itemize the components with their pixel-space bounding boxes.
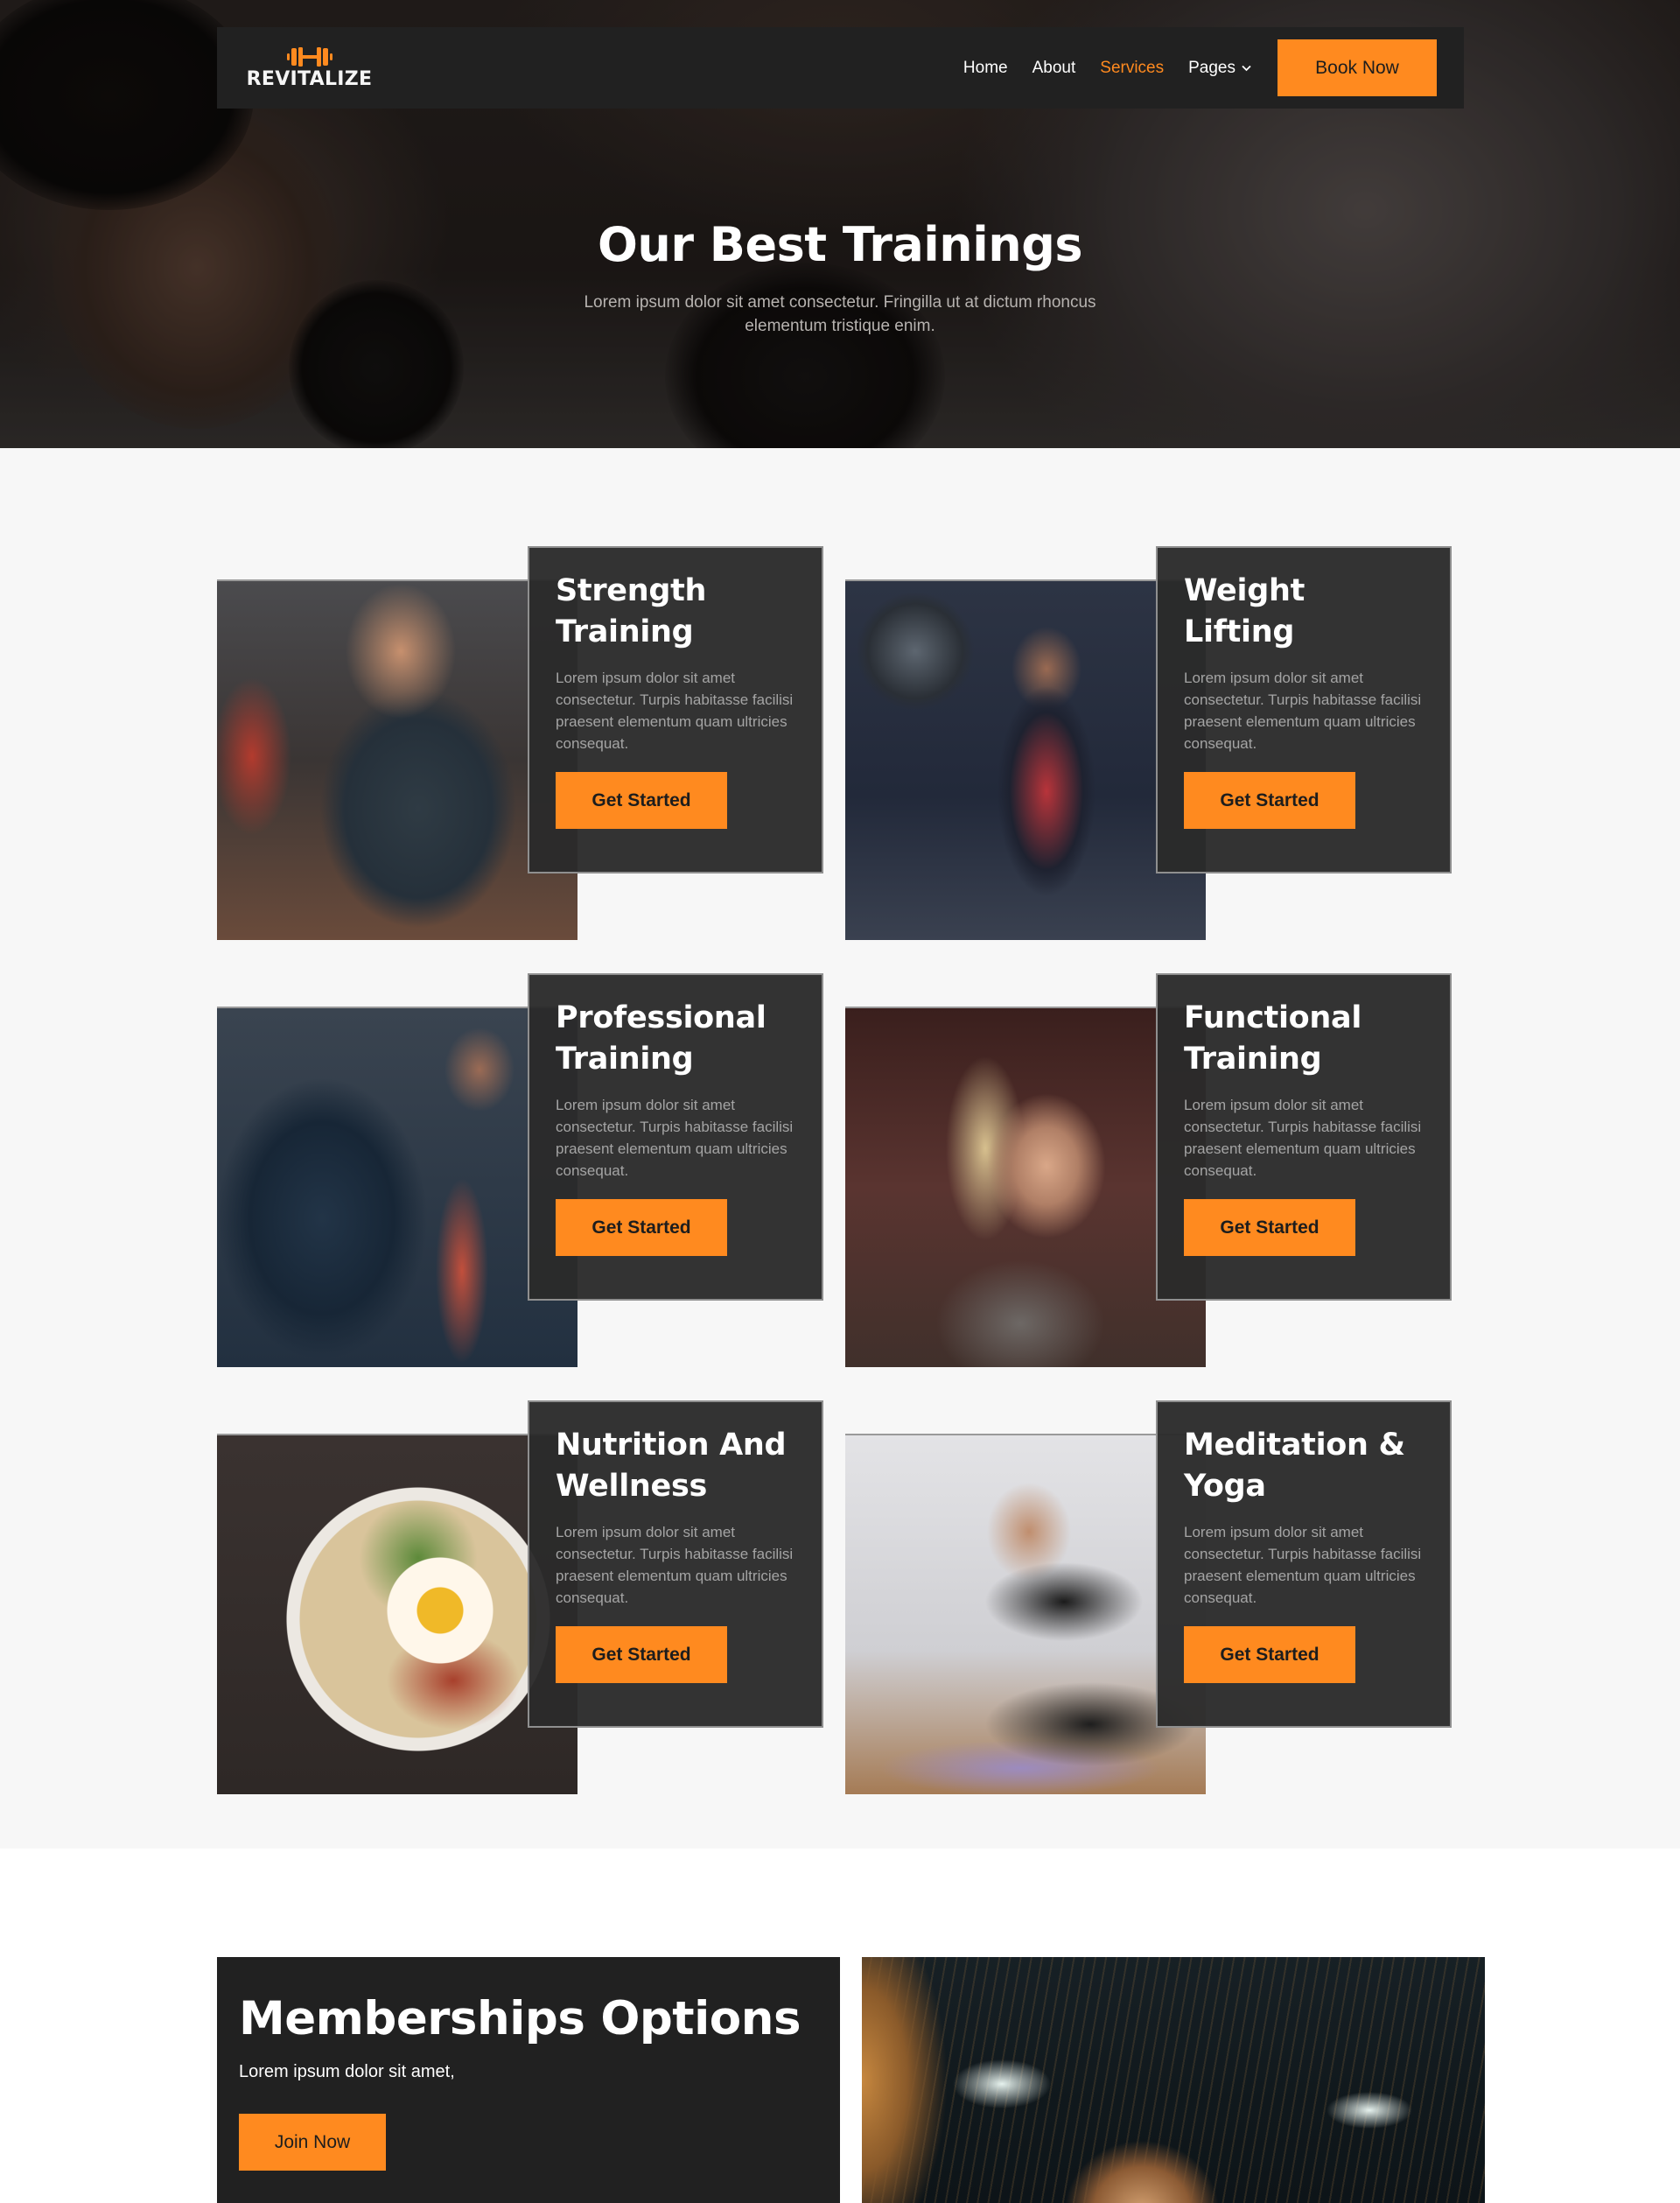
strength-training-photo	[217, 581, 578, 940]
get-started-button[interactable]: Get Started	[1184, 772, 1355, 829]
service-image	[845, 579, 1206, 940]
service-title: Weight Lifting	[1184, 573, 1305, 649]
get-started-button[interactable]: Get Started	[556, 1626, 727, 1683]
service-card: Functional Training Lorem ipsum dolor si…	[1156, 973, 1452, 1301]
join-now-button[interactable]: Join Now	[239, 2114, 386, 2171]
service-item: Meditation & Yoga Lorem ipsum dolor sit …	[845, 1400, 1452, 1794]
nav-link-services[interactable]: Services	[1100, 59, 1164, 78]
get-started-button[interactable]: Get Started	[556, 1199, 727, 1256]
nav-link-about[interactable]: About	[1032, 59, 1076, 78]
service-title: Functional Training	[1184, 1000, 1362, 1077]
service-description: Lorem ipsum dolor sit amet consectetur. …	[556, 670, 794, 752]
navbar: REVITALIZE Home About Services Pages Boo…	[217, 27, 1464, 109]
professional-training-photo	[217, 1008, 578, 1367]
service-item: Weight Lifting Lorem ipsum dolor sit ame…	[845, 546, 1452, 940]
book-now-button[interactable]: Book Now	[1278, 39, 1437, 96]
service-image	[845, 1007, 1206, 1367]
functional-training-photo	[845, 1008, 1206, 1367]
weight-lifting-photo	[845, 581, 1206, 940]
memberships-title: Memberships Options	[239, 1992, 802, 2045]
services-section: Strength Training Lorem ipsum dolor sit …	[0, 448, 1680, 1849]
nav-link-pages[interactable]: Pages	[1188, 59, 1251, 78]
service-card: Weight Lifting Lorem ipsum dolor sit ame…	[1156, 546, 1452, 873]
service-description: Lorem ipsum dolor sit amet consectetur. …	[1184, 1524, 1422, 1606]
service-title: Strength Training	[556, 573, 707, 649]
service-image	[217, 1434, 578, 1794]
service-title: Professional Training	[556, 1000, 766, 1077]
memberships-photo	[862, 1957, 1485, 2203]
meditation-yoga-photo	[845, 1435, 1206, 1794]
page-title: Our Best Trainings	[598, 217, 1083, 272]
get-started-button[interactable]: Get Started	[1184, 1199, 1355, 1256]
memberships-card: Memberships Options Lorem ipsum dolor si…	[217, 1957, 840, 2203]
nav-link-pages-label: Pages	[1188, 58, 1236, 77]
service-image	[217, 1007, 578, 1367]
service-card: Nutrition And Wellness Lorem ipsum dolor…	[528, 1400, 823, 1728]
service-item: Functional Training Lorem ipsum dolor si…	[845, 973, 1452, 1367]
service-description: Lorem ipsum dolor sit amet consectetur. …	[1184, 670, 1422, 752]
service-card: Meditation & Yoga Lorem ipsum dolor sit …	[1156, 1400, 1452, 1728]
service-image	[217, 579, 578, 940]
nav-links: Home About Services Pages Book Now	[939, 39, 1437, 96]
service-title: Meditation & Yoga	[1184, 1428, 1405, 1504]
logo[interactable]: REVITALIZE	[246, 46, 373, 90]
service-card: Professional Training Lorem ipsum dolor …	[528, 973, 823, 1301]
brand-name: REVITALIZE	[246, 67, 373, 90]
service-card: Strength Training Lorem ipsum dolor sit …	[528, 546, 823, 873]
memberships-subtitle: Lorem ipsum dolor sit amet,	[239, 2062, 455, 2081]
service-title: Nutrition And Wellness	[556, 1428, 787, 1504]
get-started-button[interactable]: Get Started	[556, 772, 727, 829]
hero-section: REVITALIZE Home About Services Pages Boo…	[0, 0, 1680, 448]
service-description: Lorem ipsum dolor sit amet consectetur. …	[1184, 1097, 1422, 1179]
nav-link-home[interactable]: Home	[963, 59, 1008, 78]
get-started-button[interactable]: Get Started	[1184, 1626, 1355, 1683]
service-image	[845, 1434, 1206, 1794]
dumbbell-icon	[286, 46, 332, 67]
service-description: Lorem ipsum dolor sit amet consectetur. …	[556, 1524, 794, 1606]
service-description: Lorem ipsum dolor sit amet consectetur. …	[556, 1097, 794, 1179]
service-item: Nutrition And Wellness Lorem ipsum dolor…	[217, 1400, 823, 1794]
chevron-down-icon	[1242, 65, 1251, 71]
hero-subtitle: Lorem ipsum dolor sit amet consectetur. …	[584, 293, 1096, 335]
service-item: Strength Training Lorem ipsum dolor sit …	[217, 546, 823, 940]
service-item: Professional Training Lorem ipsum dolor …	[217, 973, 823, 1367]
nutrition-wellness-photo	[217, 1435, 578, 1794]
